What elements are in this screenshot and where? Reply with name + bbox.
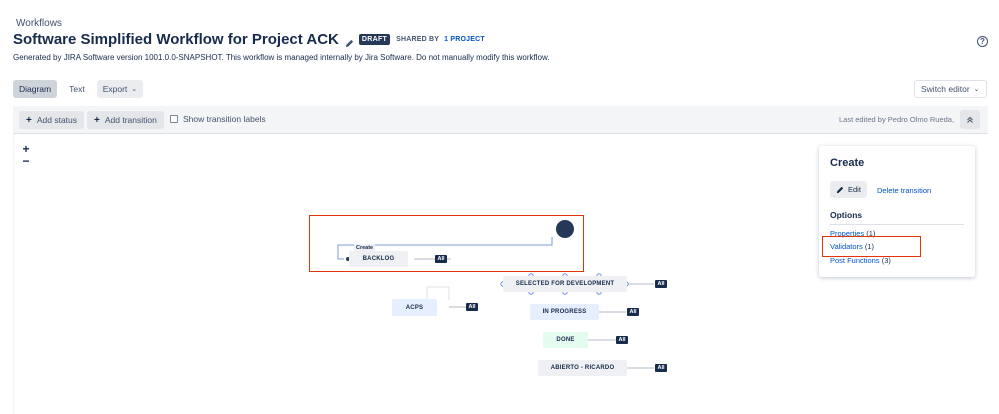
post-functions-link[interactable]: Post Functions <box>830 256 880 265</box>
show-transition-labels-toggle[interactable]: Show transition labels <box>170 114 266 124</box>
last-edited-text: Last edited by Pedro Olmo Rueda, <box>839 115 955 124</box>
all-badge[interactable]: All <box>655 364 667 372</box>
diagram-toolbar: + Add status + Add transition Show trans… <box>13 106 988 134</box>
tab-diagram[interactable]: Diagram <box>13 80 58 98</box>
plus-icon: + <box>26 114 32 126</box>
all-badge[interactable]: All <box>616 336 628 344</box>
status-done[interactable]: DONE <box>543 332 588 348</box>
transition-side-panel: Create Edit Delete transition Options Pr… <box>819 146 975 277</box>
add-status-label: Add status <box>36 115 78 125</box>
edit-label: Edit <box>848 185 861 194</box>
shared-by-label: SHARED BY 1 PROJECT <box>396 36 485 43</box>
shared-projects-link[interactable]: 1 PROJECT <box>444 36 485 43</box>
delete-transition-link[interactable]: Delete transition <box>877 186 931 195</box>
options-divider <box>830 224 964 225</box>
highlight-validators <box>822 236 921 257</box>
view-tabs: Diagram Text Export ⌄ <box>13 80 144 98</box>
post-functions-count: (3) <box>881 256 891 265</box>
add-status-button[interactable]: + Add status <box>19 111 85 129</box>
switch-editor-label: Switch editor <box>921 84 970 94</box>
option-post-functions: Post Functions (3) <box>830 256 891 265</box>
help-icon[interactable]: ? <box>977 36 988 47</box>
show-labels-checkbox[interactable] <box>170 115 178 123</box>
plus-icon: + <box>94 114 100 126</box>
all-badge[interactable]: All <box>627 308 639 316</box>
all-badge[interactable]: All <box>655 280 667 288</box>
page-title: Software Simplified Workflow for Project… <box>13 30 339 48</box>
draft-badge: DRAFT <box>358 33 391 45</box>
pencil-icon[interactable] <box>345 35 354 47</box>
add-transition-label: Add transition <box>104 115 157 125</box>
switch-editor-dropdown[interactable]: Switch editor ⌄ <box>914 80 987 98</box>
breadcrumb[interactable]: Workflows <box>16 18 62 29</box>
add-transition-button[interactable]: + Add transition <box>87 111 164 129</box>
options-heading: Options <box>830 210 863 220</box>
workflow-description: Generated by JIRA Software version 1001.… <box>13 53 550 62</box>
export-label: Export <box>102 84 128 94</box>
all-badge[interactable]: All <box>466 303 478 311</box>
status-acps[interactable]: ACPS <box>392 299 437 316</box>
status-selected-for-development[interactable]: SELECTED FOR DEVELOPMENT <box>503 276 627 292</box>
chevron-down-icon: ⌄ <box>973 86 980 93</box>
export-dropdown[interactable]: Export ⌄ <box>96 80 144 98</box>
shared-by-prefix: SHARED BY <box>396 35 439 43</box>
tab-text[interactable]: Text <box>63 80 91 98</box>
chevron-down-icon: ⌄ <box>131 86 138 93</box>
title-row: Software Simplified Workflow for Project… <box>13 29 485 49</box>
panel-title: Create <box>830 157 865 169</box>
status-in-progress[interactable]: IN PROGRESS <box>530 304 599 320</box>
collapse-icon[interactable] <box>960 110 980 129</box>
edit-button[interactable]: Edit <box>830 181 867 198</box>
highlight-create-transition <box>309 215 584 272</box>
pencil-icon <box>836 186 844 193</box>
status-abierto-ricardo[interactable]: ABIERTO - RICARDO <box>538 360 627 376</box>
show-labels-text: Show transition labels <box>183 114 266 124</box>
